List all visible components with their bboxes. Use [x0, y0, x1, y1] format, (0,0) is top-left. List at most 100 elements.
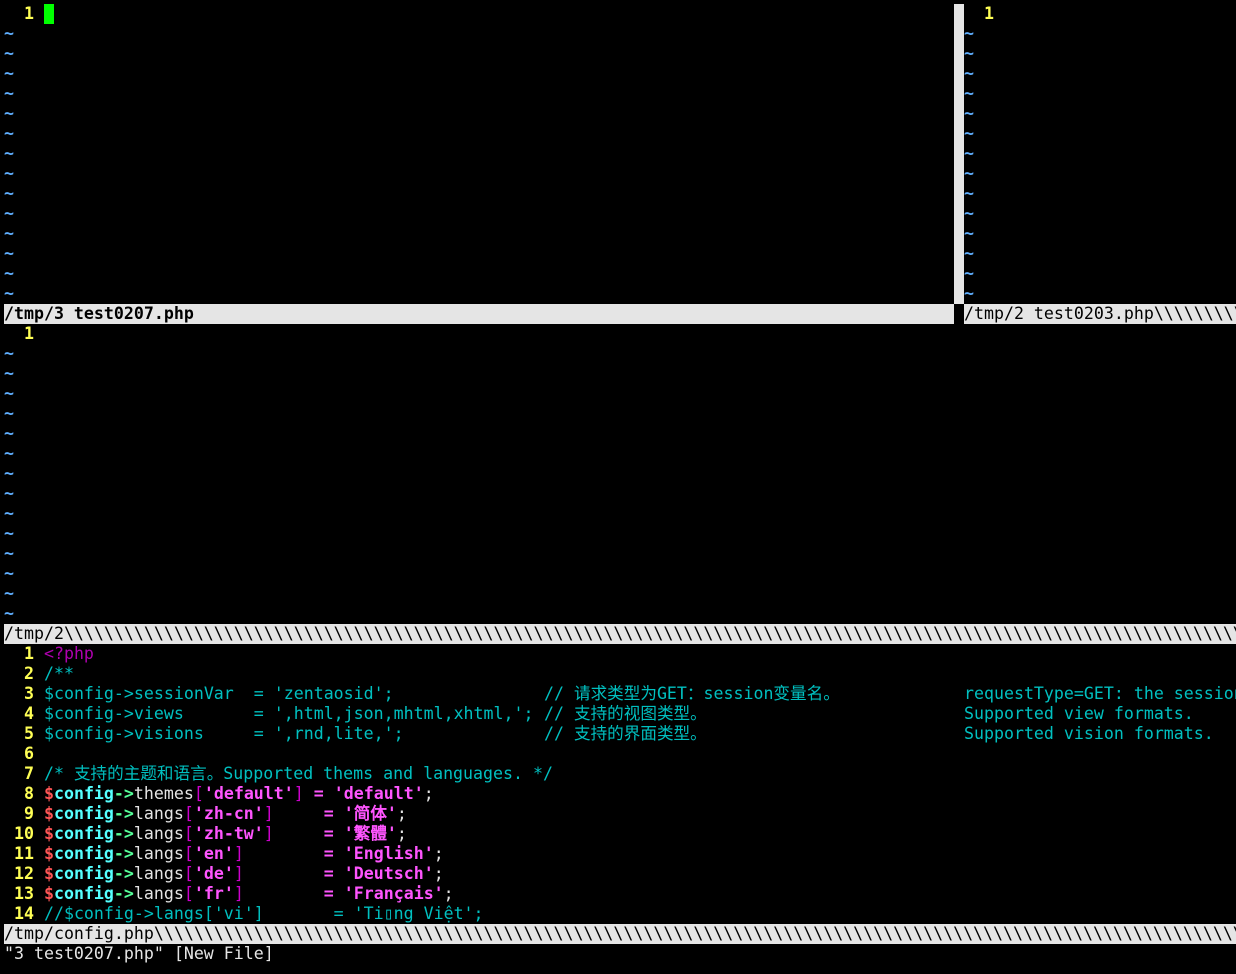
line-number-text: 1: [24, 4, 34, 23]
statusline-middle[interactable]: /tmp/2\\\\\\\\\\\\\\\\\\\\\\\\\\\\\\\\\\…: [4, 624, 1236, 644]
code-token: =: [323, 804, 334, 823]
code-token: $: [43, 804, 54, 823]
code-token: ->: [113, 884, 134, 903]
code-token: /**: [43, 664, 74, 683]
empty-line-tilde: ~: [4, 264, 14, 283]
window-top-right[interactable]: 1 ~ ~ ~ ~ ~ ~ ~ ~ ~ ~ ~ ~ ~ ~: [964, 4, 1236, 304]
code-token: ]: [233, 844, 244, 863]
line-number-text: 1: [984, 4, 994, 23]
empty-line-tilde: ~: [4, 544, 14, 563]
code-line[interactable]: 5 $config->visions = ',rnd,lite,'; // 支持的…: [4, 724, 1236, 744]
empty-line-tilde: ~: [964, 44, 974, 63]
code-token: langs: [133, 824, 184, 843]
line-number: 3: [4, 684, 44, 703]
code-token: ->: [113, 824, 134, 843]
empty-line-tilde: ~: [964, 224, 974, 243]
empty-line-tilde: ~: [4, 524, 14, 543]
line-number: 13: [4, 884, 44, 903]
window-top-left[interactable]: 1 ~ ~ ~ ~ ~ ~ ~ ~ ~ ~ ~ ~ ~ ~: [4, 4, 954, 304]
code-token: 'zh-tw': [193, 824, 264, 843]
code-token: $config->views = ',html,json,mhtml,xhtml…: [43, 704, 534, 723]
empty-line-tilde: ~: [964, 144, 974, 163]
empty-line-tilde: ~: [4, 44, 14, 63]
empty-line-tilde: ~: [964, 84, 974, 103]
statusline-top-left[interactable]: /tmp/3 test0207.php: [4, 304, 954, 324]
empty-line-tilde: ~: [4, 604, 14, 623]
empty-line-tilde: ~: [4, 344, 14, 363]
code-token: ;: [433, 864, 444, 883]
statusline-top-right[interactable]: /tmp/2 test0203.php\\\\\\\\\\\\\\\\\\\\\…: [964, 304, 1236, 324]
code-token: 'en': [193, 844, 234, 863]
code-line[interactable]: 10 $config->langs['zh-tw'] = '繁體';: [4, 824, 1236, 844]
line-number: 11: [4, 844, 44, 863]
statusline-bottom[interactable]: /tmp/config.php\\\\\\\\\\\\\\\\\\\\\\\\\…: [4, 924, 1236, 944]
line-number: 8: [4, 784, 44, 803]
code-token: 'default': [333, 784, 424, 803]
empty-line-tilde: ~: [4, 144, 14, 163]
code-line[interactable]: 12 $config->langs['de'] = 'Deutsch';: [4, 864, 1236, 884]
code-token: 'default': [203, 784, 294, 803]
code-comment: Supported vision formats.: [964, 724, 1214, 743]
code-line[interactable]: 2 /**: [4, 664, 1236, 684]
code-token: ->: [113, 804, 134, 823]
empty-line-tilde: ~: [4, 444, 14, 463]
empty-line-tilde: ~: [964, 264, 974, 283]
code-comment: // 请求类型为GET：session变量名。: [544, 684, 840, 703]
code-token: $: [43, 784, 54, 803]
empty-line-tilde: ~: [964, 284, 974, 303]
vertical-split-separator[interactable]: [954, 4, 964, 304]
code-token: ]: [293, 784, 304, 803]
empty-line-tilde: ~: [4, 364, 14, 383]
code-line[interactable]: 1 <?php: [4, 644, 1236, 664]
line-number: 1: [4, 644, 44, 663]
code-token: $: [43, 884, 54, 903]
code-line[interactable]: 9 $config->langs['zh-cn'] = '简体';: [4, 804, 1236, 824]
window-middle[interactable]: 1 ~ ~ ~ ~ ~ ~ ~ ~ ~ ~ ~ ~ ~ ~: [4, 324, 1236, 624]
code-line[interactable]: 6: [4, 744, 1236, 764]
code-token: config: [53, 884, 114, 903]
code-token: =: [313, 784, 324, 803]
code-token: config: [53, 844, 114, 863]
empty-line-tilde: ~: [964, 244, 974, 263]
code-line[interactable]: 7 /* 支持的主题和语言。Supported thems and langua…: [4, 764, 1236, 784]
code-token: config: [53, 824, 114, 843]
code-token: langs: [133, 844, 184, 863]
window-bottom-config[interactable]: 1 <?php 2 /** 3 $config->sessionVar = 'z…: [4, 644, 1236, 924]
code-token: langs: [133, 884, 184, 903]
code-comment: Supported view formats.: [964, 704, 1194, 723]
line-number: 12: [4, 864, 44, 883]
code-token: /* 支持的主题和语言。Supported thems and language…: [43, 764, 553, 783]
code-token: ]: [263, 804, 274, 823]
code-token: 'de': [193, 864, 234, 883]
code-token: '简体': [343, 804, 397, 823]
code-token: themes: [133, 784, 194, 803]
code-token: [: [183, 884, 194, 903]
code-token: ]: [233, 864, 244, 883]
empty-line-tilde: ~: [4, 224, 14, 243]
code-line[interactable]: 8 $config->themes['default'] = 'default'…: [4, 784, 1236, 804]
code-line[interactable]: 4 $config->views = ',html,json,mhtml,xht…: [4, 704, 1236, 724]
code-comment: // 支持的视图类型。: [544, 704, 707, 723]
code-token: 'fr': [193, 884, 234, 903]
code-line[interactable]: 11 $config->langs['en'] = 'English';: [4, 844, 1236, 864]
code-token: $: [43, 824, 54, 843]
code-token: 'Français': [343, 884, 444, 903]
code-token: ;: [433, 844, 444, 863]
empty-line-tilde: ~: [4, 124, 14, 143]
empty-line-tilde: ~: [4, 84, 14, 103]
line-number: 5: [4, 724, 44, 743]
code-line[interactable]: 3 $config->sessionVar = 'zentaosid'; // 请…: [4, 684, 1236, 704]
empty-line-tilde: ~: [4, 464, 14, 483]
code-line[interactable]: 13 $config->langs['fr'] = 'Français';: [4, 884, 1236, 904]
code-token: $config->sessionVar = 'zentaosid';: [43, 684, 394, 703]
code-line[interactable]: 14 //$config->langs['vi'] = 'Ti▯ng Việt'…: [4, 904, 1236, 924]
text-cursor: [44, 4, 54, 24]
code-token: ;: [396, 824, 407, 843]
